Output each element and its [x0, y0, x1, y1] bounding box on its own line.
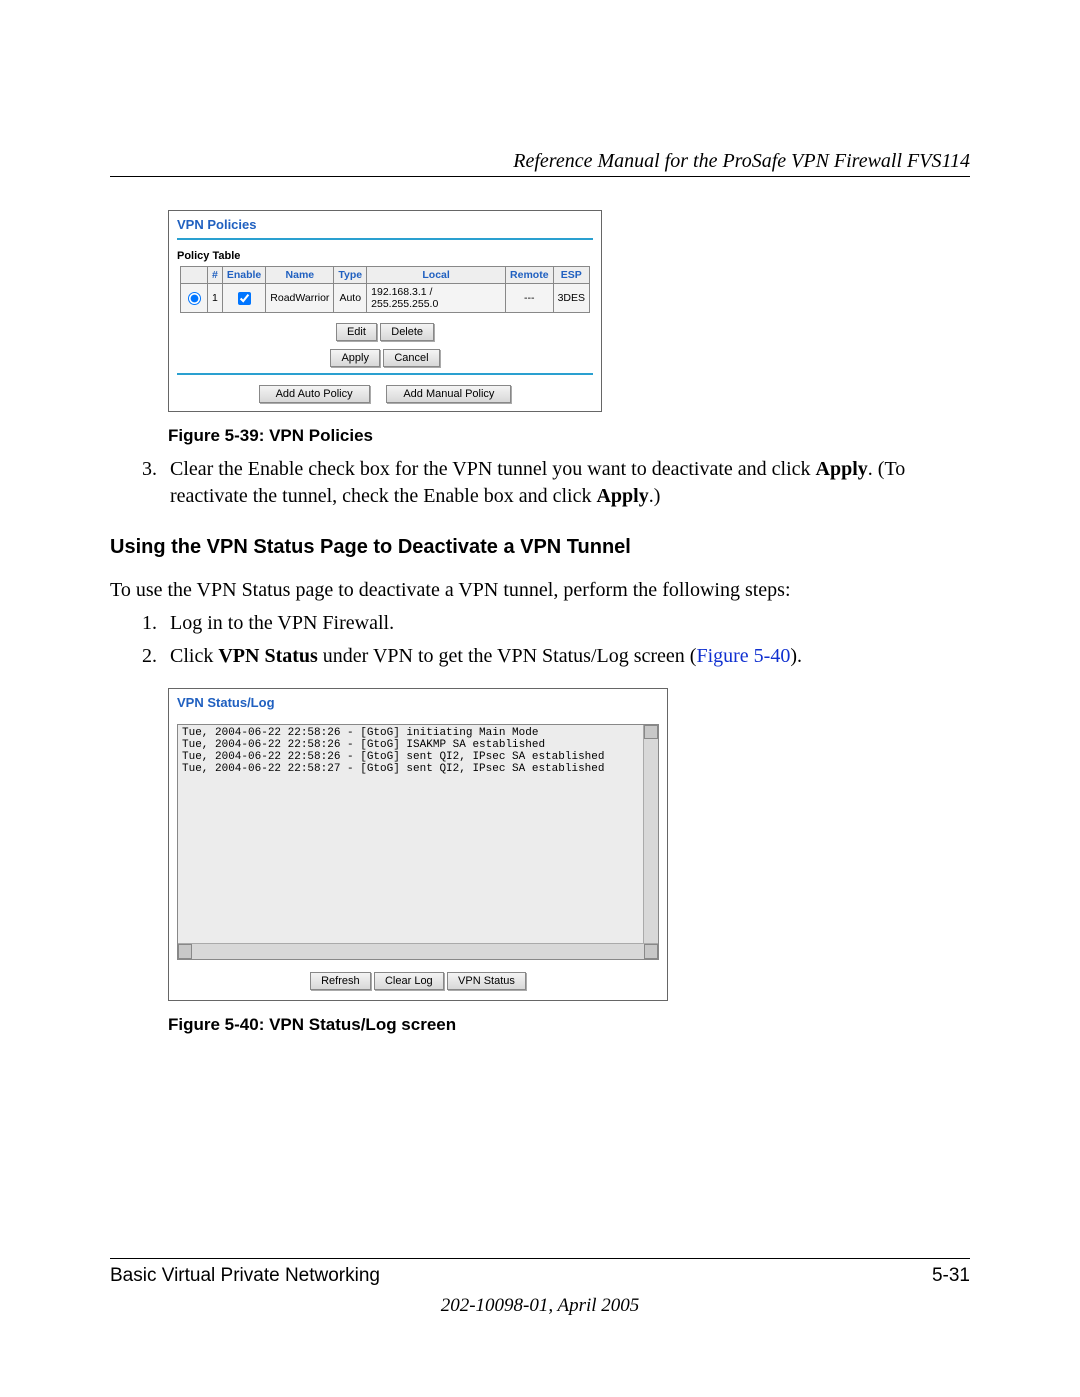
vpn-policies-panel: VPN Policies Policy Table # Enable Name …: [168, 210, 602, 412]
cell-name: RoadWarrior: [266, 284, 334, 313]
policy-table-label: Policy Table: [169, 246, 601, 266]
edit-button[interactable]: Edit: [336, 323, 377, 341]
doc-header: Reference Manual for the ProSafe VPN Fir…: [513, 150, 970, 173]
list-item: 3. Clear the Enable check box for the VP…: [142, 456, 970, 510]
list-item: 1. Log in to the VPN Firewall.: [142, 610, 970, 637]
divider: [177, 373, 593, 375]
footer-section: Basic Virtual Private Networking: [110, 1265, 380, 1287]
cancel-button[interactable]: Cancel: [383, 349, 439, 367]
vpn-status-log-panel: VPN Status/Log Tue, 2004-06-22 22:58:26 …: [168, 688, 668, 1001]
delete-button[interactable]: Delete: [380, 323, 434, 341]
enable-checkbox[interactable]: [238, 292, 251, 305]
figure-reference-link[interactable]: Figure 5-40: [696, 645, 790, 667]
col-enable: Enable: [222, 267, 265, 284]
doc-id: 202-10098-01, April 2005: [110, 1295, 970, 1317]
col-esp: ESP: [553, 267, 589, 284]
col-type: Type: [334, 267, 367, 284]
item-number: 2.: [142, 643, 170, 670]
vpn-status-button[interactable]: VPN Status: [447, 972, 526, 990]
list-item: 2. Click VPN Status under VPN to get the…: [142, 643, 970, 670]
text: Clear the Enable check box for the VPN t…: [170, 458, 816, 480]
figure-caption: Figure 5-39: VPN Policies: [168, 426, 970, 446]
refresh-button[interactable]: Refresh: [310, 972, 371, 990]
text: .): [649, 485, 661, 507]
bold: VPN Status: [218, 645, 317, 667]
figure-caption: Figure 5-40: VPN Status/Log screen: [168, 1015, 970, 1035]
panel-title: VPN Status/Log: [169, 689, 667, 714]
text: Log in to the VPN Firewall.: [170, 610, 970, 637]
text: under VPN to get the VPN Status/Log scre…: [318, 645, 697, 667]
row-select-radio[interactable]: [188, 292, 201, 305]
text: ).: [790, 645, 802, 667]
cell-type: Auto: [334, 284, 367, 313]
item-number: 1.: [142, 610, 170, 637]
section-heading: Using the VPN Status Page to Deactivate …: [110, 536, 970, 559]
col-local: Local: [367, 267, 506, 284]
col-remote: Remote: [506, 267, 554, 284]
cell-num: 1: [208, 284, 223, 313]
cell-remote: ---: [506, 284, 554, 313]
bold: Apply: [816, 458, 868, 480]
horizontal-scrollbar[interactable]: [178, 943, 658, 959]
policy-table: # Enable Name Type Local Remote ESP 1 Ro…: [180, 266, 590, 313]
add-auto-policy-button[interactable]: Add Auto Policy: [259, 385, 370, 403]
item-number: 3.: [142, 456, 170, 510]
log-textarea[interactable]: Tue, 2004-06-22 22:58:26 - [GtoG] initia…: [177, 724, 659, 960]
footer-rule: [110, 1258, 970, 1259]
text: Click: [170, 645, 218, 667]
cell-local: 192.168.3.1 / 255.255.255.0: [367, 284, 506, 313]
cell-esp: 3DES: [553, 284, 589, 313]
page-number: 5-31: [932, 1265, 970, 1287]
divider: [177, 238, 593, 240]
clear-log-button[interactable]: Clear Log: [374, 972, 444, 990]
col-name: Name: [266, 267, 334, 284]
vertical-scrollbar[interactable]: [643, 725, 658, 943]
apply-button[interactable]: Apply: [330, 349, 380, 367]
intro-text: To use the VPN Status page to deactivate…: [110, 577, 970, 604]
col-num: #: [208, 267, 223, 284]
panel-title: VPN Policies: [169, 211, 601, 236]
table-row: 1 RoadWarrior Auto 192.168.3.1 / 255.255…: [181, 284, 590, 313]
bold: Apply: [596, 485, 648, 507]
add-manual-policy-button[interactable]: Add Manual Policy: [386, 385, 511, 403]
header-rule: [110, 176, 970, 177]
